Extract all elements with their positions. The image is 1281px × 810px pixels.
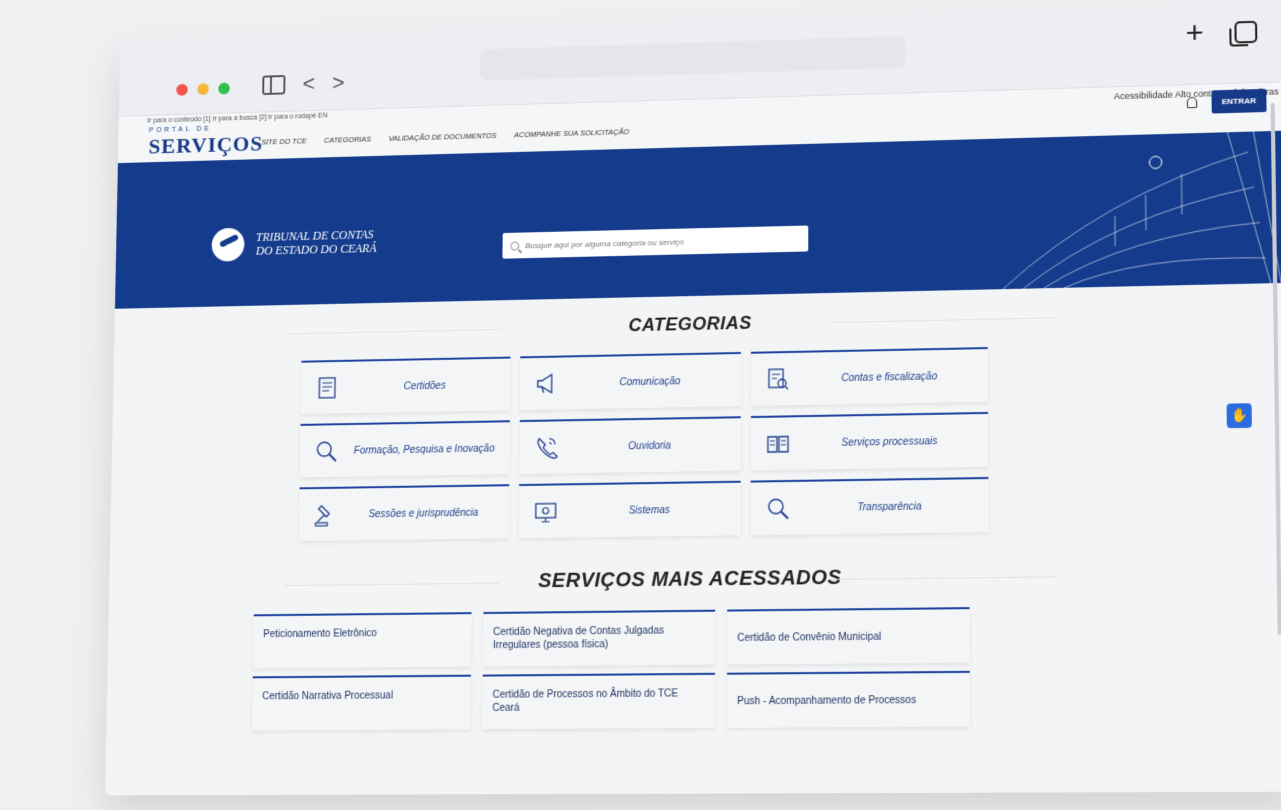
- header-actions: ENTRAR: [1186, 88, 1267, 114]
- brand-text: TRIBUNAL DE CONTAS DO ESTADO DO CEARÁ: [256, 227, 377, 257]
- category-card-ouvidoria[interactable]: Ouvidoria: [519, 416, 741, 475]
- categories-title: CATEGORIAS: [114, 301, 1281, 347]
- monitor-gear-icon: [535, 502, 557, 523]
- main-content: CATEGORIAS Certidões Comunicação Contas …: [106, 283, 1281, 732]
- magnifier-icon: [765, 495, 791, 522]
- category-card-sistemas[interactable]: Sistemas: [518, 480, 741, 539]
- category-label: Serviços processuais: [841, 435, 938, 449]
- search-icon: [510, 241, 520, 251]
- tce-logo-icon: [211, 227, 245, 262]
- scene: < > + Acessibilidade Alto contraste [4] …: [0, 0, 1281, 810]
- tabs-overview-icon[interactable]: [1234, 20, 1258, 44]
- category-label: Formação, Pesquisa e Inovação: [353, 442, 495, 457]
- document-icon: [314, 375, 340, 401]
- nav-item-categorias[interactable]: CATEGORIAS: [324, 135, 371, 145]
- category-card-sessoes[interactable]: Sessões e jurisprudência: [298, 484, 510, 542]
- categories-grid: Certidões Comunicação Contas e fiscaliza…: [298, 341, 1281, 542]
- tce-brand: TRIBUNAL DE CONTAS DO ESTADO DO CEARÁ: [211, 224, 377, 262]
- chrome-actions: +: [1185, 15, 1258, 51]
- category-card-formacao[interactable]: Formação, Pesquisa e Inovação: [299, 420, 510, 478]
- address-bar[interactable]: [479, 35, 906, 81]
- service-card[interactable]: Peticionamento Eletrônico: [252, 612, 472, 669]
- megaphone-icon: [534, 371, 560, 397]
- category-label: Transparência: [857, 500, 922, 513]
- search-box: [502, 225, 809, 259]
- category-label: Comunicação: [619, 375, 681, 388]
- category-card-transparencia[interactable]: Transparência: [750, 476, 989, 536]
- category-label: Certidões: [403, 380, 446, 392]
- category-label: Ouvidoria: [628, 440, 671, 452]
- close-window-button[interactable]: [176, 83, 188, 96]
- book-icon: [765, 430, 791, 457]
- maximize-window-button[interactable]: [218, 82, 230, 95]
- nav-item-site-tce[interactable]: SITE DO TCE: [261, 136, 306, 146]
- hero-building-graphic: [961, 131, 1281, 291]
- magnifier-icon: [313, 438, 339, 464]
- chrome-nav: < >: [262, 70, 345, 97]
- window-controls: [176, 82, 230, 96]
- service-card[interactable]: Certidão Negativa de Contas Julgadas Irr…: [482, 609, 716, 667]
- brand-line-2: DO ESTADO DO CEARÁ: [255, 241, 377, 258]
- portal-logo[interactable]: PORTAL DE SERVIÇOS: [148, 124, 263, 159]
- service-card[interactable]: Certidão Narrativa Processual: [251, 674, 471, 731]
- minimize-window-button[interactable]: [197, 83, 209, 96]
- services-grid: Peticionamento Eletrônico Certidão Negat…: [251, 604, 1281, 731]
- vlibras-accessibility-icon[interactable]: ✋: [1226, 403, 1252, 429]
- enter-button[interactable]: ENTRAR: [1211, 88, 1267, 114]
- main-nav: SITE DO TCE CATEGORIAS VALIDAÇÃO DE DOCU…: [261, 127, 629, 146]
- category-card-comunicacao[interactable]: Comunicação: [519, 351, 741, 411]
- logo-big-text: SERVIÇOS: [148, 130, 264, 159]
- sidebar-toggle-icon[interactable]: [262, 74, 286, 96]
- services-title: SERVIÇOS MAIS ACESSADOS: [109, 561, 1281, 598]
- report-search-icon: [765, 366, 791, 393]
- nav-item-acompanhe[interactable]: ACOMPANHE SUA SOLICITAÇÃO: [514, 127, 629, 139]
- category-card-certidoes[interactable]: Certidões: [300, 356, 511, 415]
- bell-icon[interactable]: [1186, 96, 1197, 109]
- phone-icon: [533, 434, 559, 460]
- forward-icon[interactable]: >: [332, 70, 345, 95]
- gavel-icon: [313, 502, 339, 528]
- category-card-contas[interactable]: Contas e fiscalização: [750, 347, 989, 406]
- nav-item-validacao[interactable]: VALIDAÇÃO DE DOCUMENTOS: [388, 131, 496, 143]
- search-input[interactable]: [525, 234, 794, 250]
- service-card[interactable]: Push - Acompanhamento de Processos: [726, 670, 971, 728]
- service-card[interactable]: Certidão de Convênio Municipal: [727, 607, 970, 665]
- category-card-servicos-processuais[interactable]: Serviços processuais: [750, 411, 989, 471]
- new-tab-icon[interactable]: +: [1185, 16, 1203, 51]
- back-icon[interactable]: <: [302, 71, 315, 96]
- browser-window: < > + Acessibilidade Alto contraste [4] …: [105, 1, 1281, 796]
- service-card[interactable]: Certidão de Processos no Âmbito do TCE C…: [482, 672, 715, 730]
- category-label: Sessões e jurisprudência: [368, 507, 479, 520]
- category-label: Contas e fiscalização: [841, 370, 938, 384]
- category-label: Sistemas: [628, 504, 670, 517]
